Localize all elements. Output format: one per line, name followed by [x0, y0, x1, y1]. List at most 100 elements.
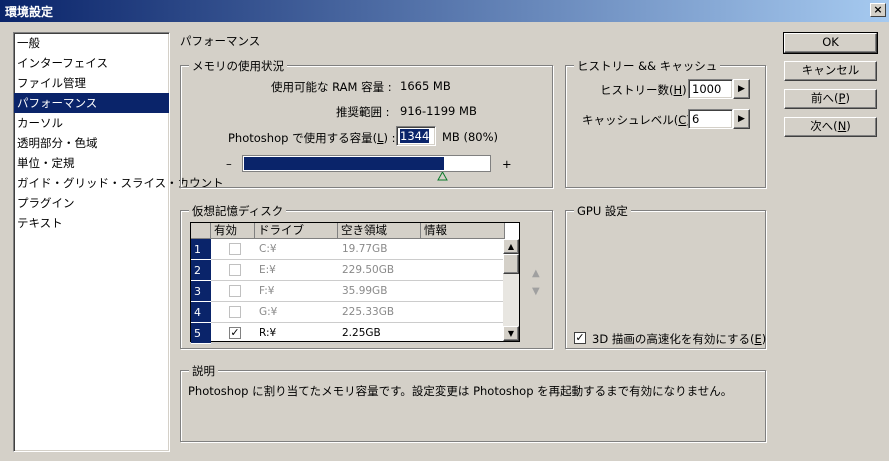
gpu-3d-label: 3D 描画の高速化を有効にする(E): [592, 331, 766, 347]
scratch-disk-row[interactable]: 5 ✓ R:¥ 2.25GB: [191, 323, 505, 344]
category-item[interactable]: 単位・定規: [14, 153, 169, 173]
photoshop-usage-label: Photoshop で使用する容量(L) :: [228, 130, 396, 146]
memory-usage-label: メモリの使用状況: [189, 58, 287, 74]
move-up-arrow-icon[interactable]: ▲: [532, 268, 540, 279]
scroll-down-button[interactable]: ▼: [503, 326, 519, 341]
scratch-check-mark: ✓: [230, 326, 240, 339]
scratch-enable-checkbox[interactable]: [229, 306, 241, 318]
drive-cell: C:¥: [259, 243, 277, 255]
cache-levels-spin-button[interactable]: ▶: [733, 109, 750, 129]
history-states-label: ヒストリー数(H) :: [600, 82, 694, 98]
recommended-range-value: 916-1199 MB: [400, 104, 477, 118]
memory-slider-track[interactable]: [242, 155, 491, 172]
memory-usage-unit: MB (80%): [442, 130, 499, 144]
drive-cell: R:¥: [259, 327, 277, 339]
ok-button[interactable]: OK: [783, 32, 878, 54]
next-button[interactable]: 次へ(N): [784, 117, 877, 137]
memory-usage-input[interactable]: 1344: [396, 126, 436, 146]
category-item[interactable]: 一般: [14, 33, 169, 53]
available-ram-label: 使用可能な RAM 容量 :: [271, 80, 392, 94]
scratch-disk-row[interactable]: 1 C:¥ 19.77GB: [191, 239, 505, 260]
free-space-cell: 35.99GB: [342, 285, 388, 297]
history-cache-label: ヒストリー && キャッシュ: [574, 58, 721, 74]
gpu-label-text: 3D 描画の高速化を有効にする(: [592, 332, 755, 346]
scratch-disks-label: 仮想記憶ディスク: [189, 203, 287, 219]
category-item[interactable]: カーソル: [14, 113, 169, 133]
next-button-key: N: [837, 119, 847, 133]
scroll-thumb[interactable]: [503, 254, 519, 274]
gpu-3d-checkbox[interactable]: ✓: [574, 332, 586, 344]
scratch-enable-checkbox[interactable]: ✓: [229, 327, 241, 339]
row-number: 4: [191, 302, 211, 323]
category-item[interactable]: パフォーマンス: [14, 93, 169, 113]
header-drive[interactable]: ドライブ: [255, 223, 338, 239]
table-header-corner: [191, 223, 211, 239]
cache-levels-input[interactable]: 6: [688, 109, 733, 129]
category-item[interactable]: 透明部分・色域: [14, 133, 169, 153]
window-title: 環境設定: [5, 5, 54, 19]
scratch-enable-checkbox[interactable]: [229, 264, 241, 276]
description-label: 説明: [189, 363, 218, 379]
description-group: 説明: [180, 363, 766, 442]
cache-levels-text: キャッシュレベル(: [582, 113, 679, 127]
next-button-text: 次へ(: [810, 119, 838, 133]
move-down-arrow-icon[interactable]: ▼: [532, 286, 540, 297]
category-item[interactable]: ガイド・グリッド・スライス・カウント: [14, 173, 224, 193]
category-list[interactable]: 一般 インターフェイス ファイル管理 パフォーマンス カーソル 透明部分・色域 単位・定規ガ…: [13, 32, 224, 452]
prev-button-suffix: ): [845, 91, 850, 105]
next-button-suffix: ): [846, 119, 851, 133]
history-states-spin-button[interactable]: ▶: [733, 79, 750, 99]
category-item[interactable]: インターフェイス: [14, 53, 169, 73]
gpu-label-key: E: [754, 332, 762, 346]
cache-levels-label: キャッシュレベル(C) :: [582, 112, 698, 128]
header-enabled[interactable]: 有効: [211, 223, 255, 239]
row-number: 3: [191, 281, 211, 302]
close-button[interactable]: ×: [870, 3, 886, 17]
section-title: パフォーマンス: [180, 34, 261, 48]
available-ram-value: 1665 MB: [400, 79, 451, 93]
row-number: 5: [191, 323, 211, 344]
drive-cell: E:¥: [259, 264, 276, 276]
usage-label-suffix: ) :: [383, 131, 396, 145]
history-states-text: ヒストリー数(: [600, 83, 674, 97]
memory-slider-fill: [244, 157, 444, 170]
free-space-cell: 19.77GB: [342, 243, 388, 255]
drive-cell: G:¥: [259, 306, 278, 318]
prev-button-text: 前へ(: [811, 91, 839, 105]
drive-cell: F:¥: [259, 285, 275, 297]
header-free-space[interactable]: 空き領域: [338, 223, 421, 239]
slider-plus: +: [502, 157, 512, 171]
category-item[interactable]: ファイル管理: [14, 73, 169, 93]
free-space-cell: 225.33GB: [342, 306, 395, 318]
scratch-disk-row[interactable]: 4 G:¥ 225.33GB: [191, 302, 505, 323]
scratch-disk-row[interactable]: 3 F:¥ 35.99GB: [191, 281, 505, 302]
row-number: 2: [191, 260, 211, 281]
row-number: 1: [191, 239, 211, 260]
title-bar: 環境設定 ×: [0, 0, 889, 22]
scratch-disks-table[interactable]: 有効 ドライブ 空き領域 情報 1 C:¥ 19.77GB 2 E:¥ 229.50GB 3…: [190, 222, 520, 344]
gpu-check-mark: ✓: [575, 331, 585, 344]
cancel-button[interactable]: キャンセル: [784, 61, 877, 81]
scratch-enable-checkbox[interactable]: [229, 285, 241, 297]
table-scrollbar[interactable]: ▲ ▼: [503, 239, 519, 341]
recommended-range-label: 推奨範囲 :: [336, 105, 390, 119]
free-space-cell: 229.50GB: [342, 264, 395, 276]
gpu-label-suffix: ): [761, 332, 767, 346]
history-states-input[interactable]: 1000: [688, 79, 733, 99]
scratch-disk-row[interactable]: 2 E:¥ 229.50GB: [191, 260, 505, 281]
scratch-enable-checkbox[interactable]: [229, 243, 241, 255]
category-item[interactable]: テキスト: [14, 213, 169, 233]
memory-usage-value: 1344: [400, 129, 430, 143]
free-space-cell: 2.25GB: [342, 327, 381, 339]
header-info[interactable]: 情報: [421, 223, 505, 239]
gpu-settings-label: GPU 設定: [574, 203, 631, 219]
memory-slider-thumb[interactable]: [437, 172, 448, 181]
scroll-up-button[interactable]: ▲: [503, 239, 519, 254]
slider-minus: –: [226, 157, 232, 171]
prev-button[interactable]: 前へ(P): [784, 89, 877, 109]
category-item[interactable]: プラグイン: [14, 193, 169, 213]
usage-label-text: Photoshop で使用する容量(: [228, 131, 378, 145]
description-text: Photoshop に割り当てたメモリ容量です。設定変更は Photoshop …: [188, 384, 733, 398]
history-states-key: H: [673, 83, 683, 97]
gpu-settings-group: GPU 設定: [565, 203, 766, 349]
